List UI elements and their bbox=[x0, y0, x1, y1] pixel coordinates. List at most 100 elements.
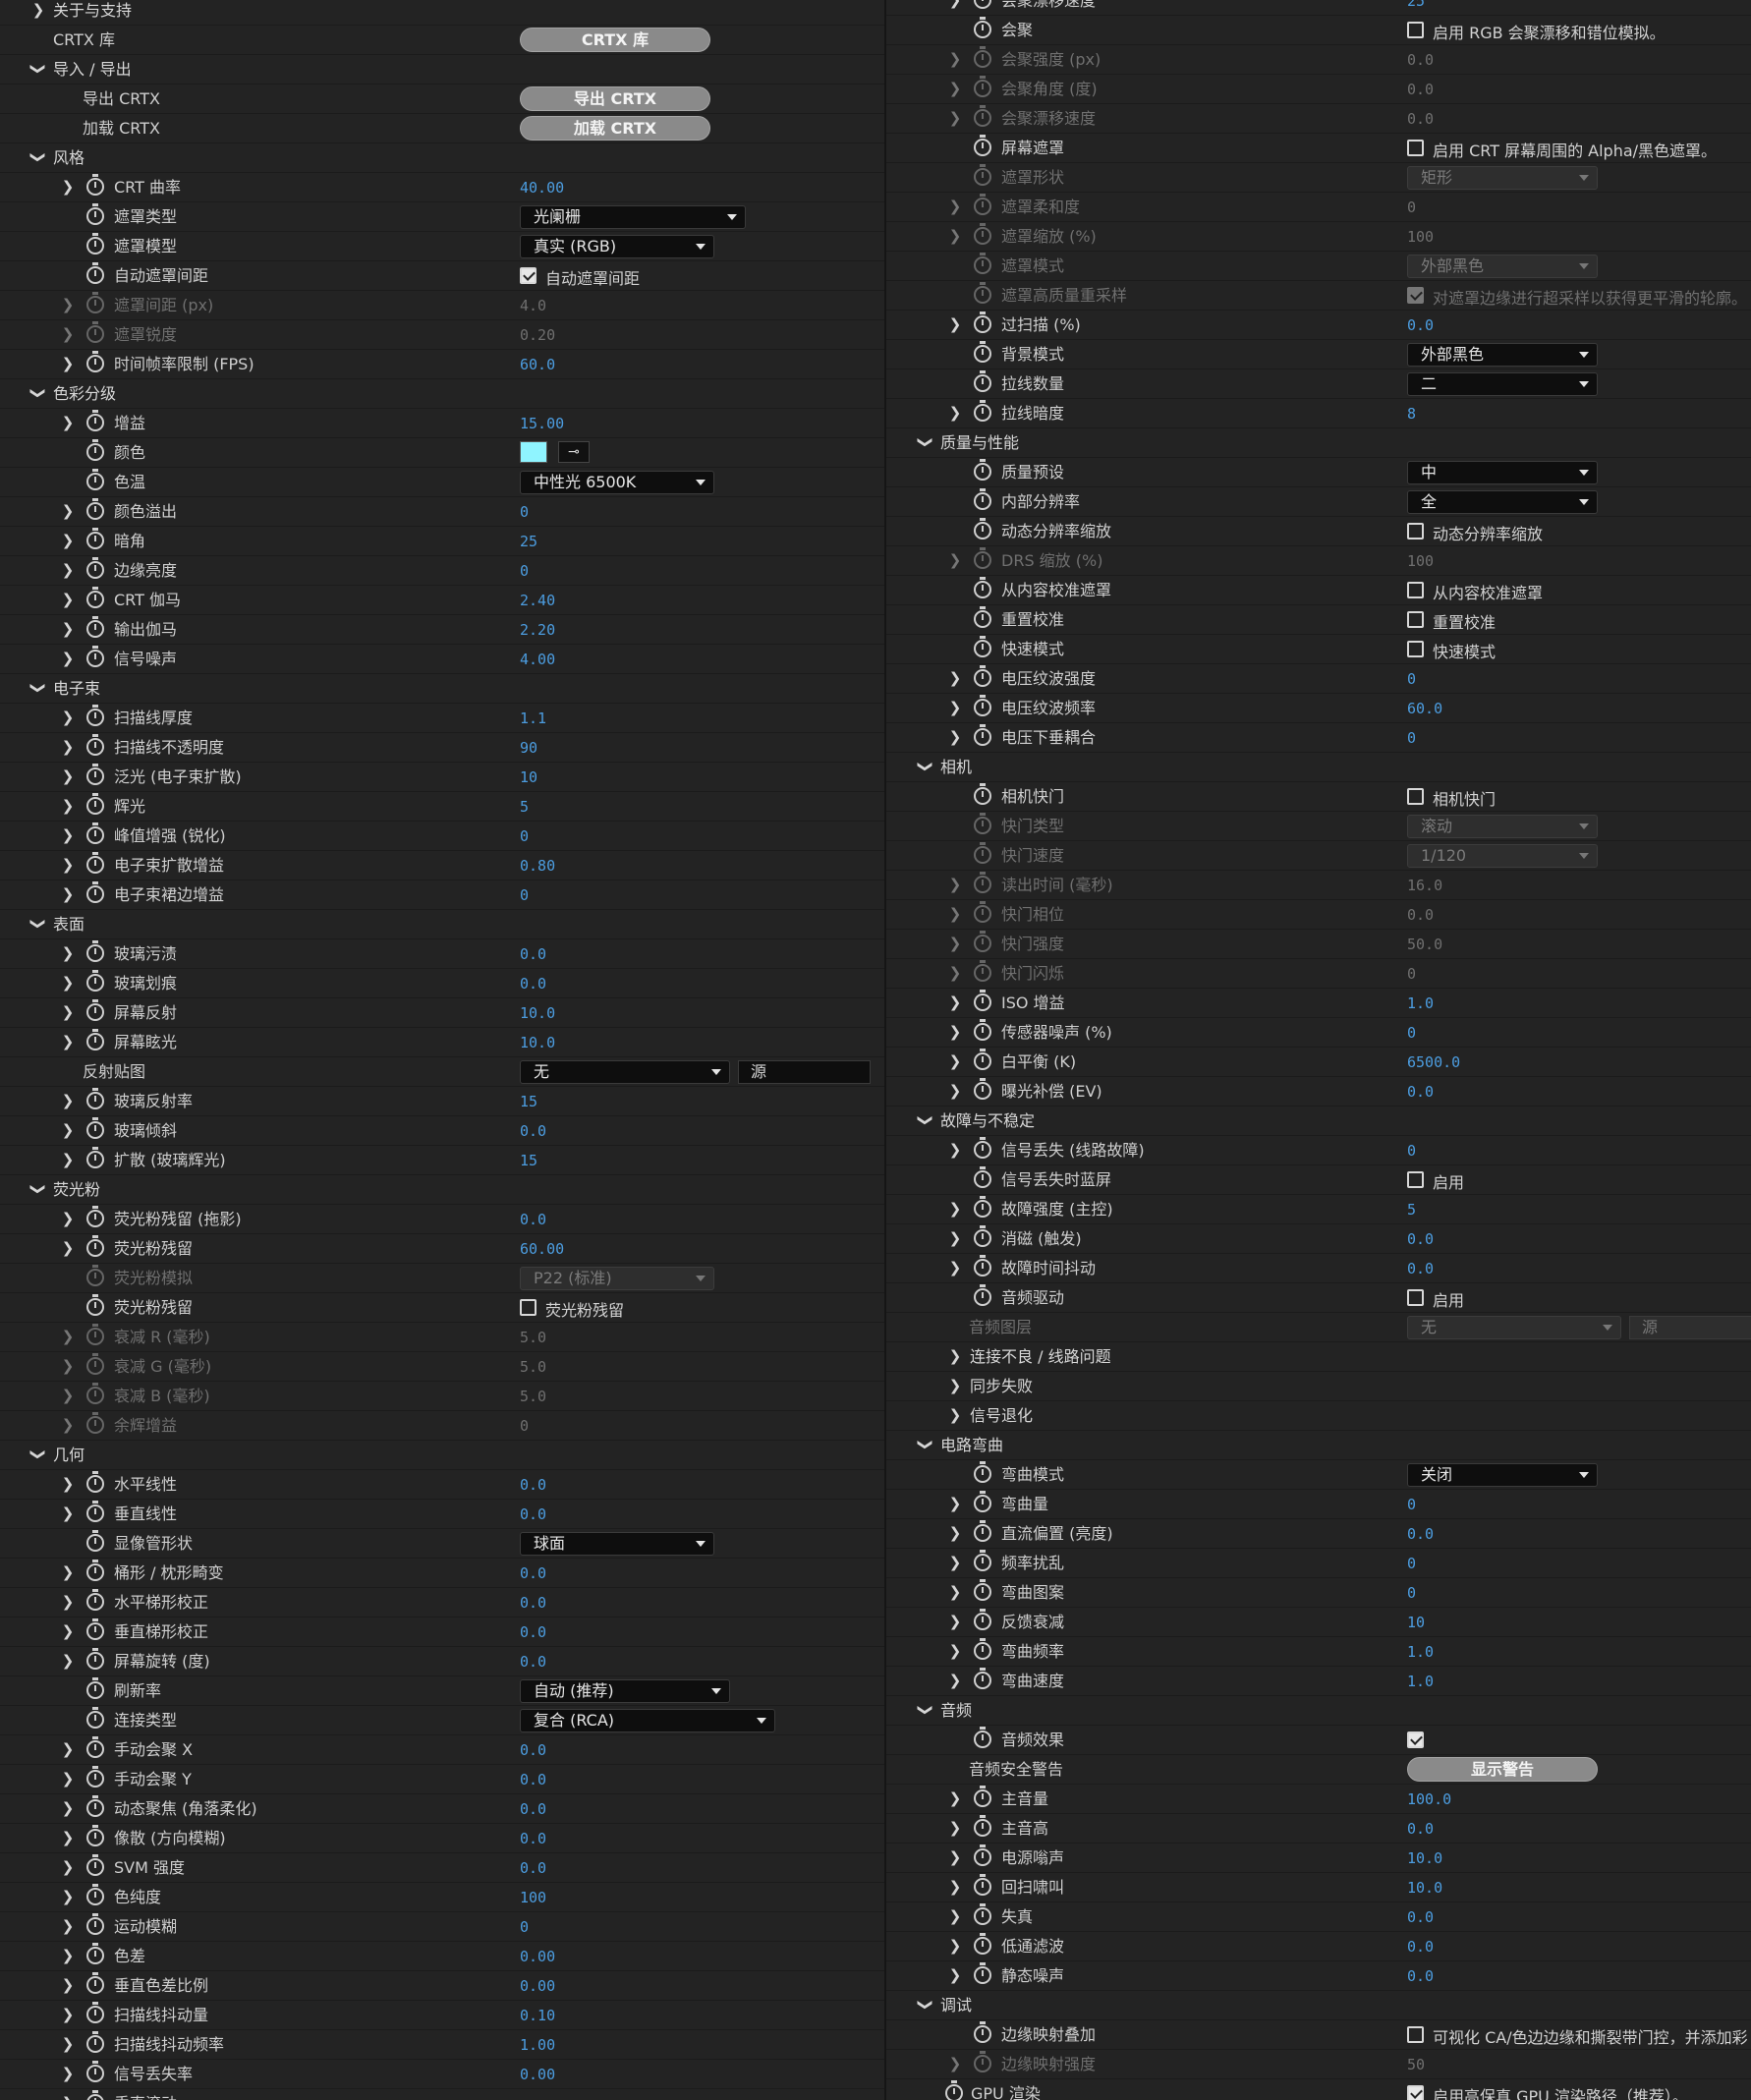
stopwatch-icon[interactable] bbox=[974, 842, 991, 864]
stopwatch-icon[interactable] bbox=[974, 1196, 991, 1218]
value-field[interactable]: 0.0 bbox=[1407, 316, 1434, 334]
chevron-right-icon[interactable]: ❯ bbox=[59, 355, 77, 372]
value-field[interactable]: 0 bbox=[520, 1918, 529, 1936]
section-header[interactable]: ❯ 导入 / 导出 bbox=[0, 55, 886, 85]
value-field[interactable]: 15 bbox=[520, 1093, 537, 1110]
stopwatch-icon[interactable] bbox=[974, 1845, 991, 1866]
stopwatch-icon[interactable] bbox=[86, 852, 104, 874]
chevron-right-icon[interactable]: ❯ bbox=[946, 404, 964, 422]
stopwatch-icon[interactable] bbox=[974, 665, 991, 687]
value-field[interactable]: 0 bbox=[520, 827, 529, 845]
stopwatch-icon[interactable] bbox=[86, 1618, 104, 1640]
value-field[interactable]: 0 bbox=[1407, 1496, 1416, 1513]
dropdown-select[interactable]: 滚动 ▼ bbox=[1407, 815, 1598, 838]
chevron-down-icon[interactable]: ❯ bbox=[917, 1111, 934, 1129]
section-header[interactable]: ❯ 相机 bbox=[886, 753, 1751, 782]
chevron-right-icon[interactable]: ❯ bbox=[946, 1052, 964, 1070]
checkbox[interactable] bbox=[1407, 1171, 1424, 1188]
value-field[interactable]: 0.0 bbox=[1407, 1083, 1434, 1101]
stopwatch-icon[interactable] bbox=[86, 1854, 104, 1876]
stopwatch-icon[interactable] bbox=[86, 940, 104, 962]
stopwatch-icon[interactable] bbox=[945, 2080, 963, 2100]
value-field[interactable]: 0 bbox=[1407, 1584, 1416, 1602]
stopwatch-icon[interactable] bbox=[86, 233, 104, 255]
chevron-down-icon[interactable]: ❯ bbox=[29, 384, 47, 402]
stopwatch-icon[interactable] bbox=[974, 990, 991, 1011]
stopwatch-icon[interactable] bbox=[86, 1147, 104, 1168]
stopwatch-icon[interactable] bbox=[86, 1501, 104, 1522]
value-field[interactable]: 1.1 bbox=[520, 709, 546, 727]
value-field[interactable]: 0.10 bbox=[520, 2007, 555, 2024]
checkbox[interactable] bbox=[1407, 523, 1424, 539]
stopwatch-icon[interactable] bbox=[974, 872, 991, 893]
stopwatch-icon[interactable] bbox=[974, 1019, 991, 1041]
chevron-right-icon[interactable]: ❯ bbox=[59, 178, 77, 196]
value-field[interactable]: 0.0 bbox=[1407, 1525, 1434, 1543]
stopwatch-icon[interactable] bbox=[86, 793, 104, 815]
chevron-down-icon[interactable]: ❯ bbox=[29, 1180, 47, 1198]
chevron-right-icon[interactable]: ❯ bbox=[59, 2065, 77, 2082]
chevron-right-icon[interactable]: ❯ bbox=[946, 669, 964, 687]
stopwatch-icon[interactable] bbox=[86, 1943, 104, 1964]
value-field[interactable]: 0.0 bbox=[520, 1771, 546, 1788]
stopwatch-icon[interactable] bbox=[86, 823, 104, 844]
value-field[interactable]: 0 bbox=[1407, 729, 1416, 747]
chevron-right-icon[interactable]: ❯ bbox=[59, 2006, 77, 2023]
dropdown-select[interactable]: 无 ▼ bbox=[1407, 1316, 1621, 1339]
value-field[interactable]: 0 bbox=[1407, 1024, 1416, 1042]
chevron-right-icon[interactable]: ❯ bbox=[946, 1495, 964, 1512]
chevron-right-icon[interactable]: ❯ bbox=[946, 1347, 964, 1365]
chevron-right-icon[interactable]: ❯ bbox=[59, 1003, 77, 1021]
chevron-right-icon[interactable]: ❯ bbox=[946, 198, 964, 215]
stopwatch-icon[interactable] bbox=[974, 488, 991, 510]
chevron-down-icon[interactable]: ❯ bbox=[917, 1996, 934, 2014]
value-field[interactable]: 0.80 bbox=[520, 857, 555, 875]
color-swatch[interactable] bbox=[520, 441, 547, 463]
action-button[interactable]: CRTX 库 bbox=[520, 28, 710, 52]
stopwatch-icon[interactable] bbox=[974, 1255, 991, 1277]
value-field[interactable]: 10.0 bbox=[1407, 1879, 1442, 1897]
chevron-right-icon[interactable]: ❯ bbox=[946, 1789, 964, 1807]
chevron-right-icon[interactable]: ❯ bbox=[946, 315, 964, 333]
value-field[interactable]: 5 bbox=[1407, 1201, 1416, 1219]
checkbox[interactable] bbox=[1407, 2085, 1424, 2100]
dropdown-select[interactable]: 二 ▼ bbox=[1407, 372, 1598, 396]
chevron-right-icon[interactable]: ❯ bbox=[946, 1200, 964, 1218]
stopwatch-icon[interactable] bbox=[974, 1962, 991, 1984]
value-field[interactable]: 1.0 bbox=[1407, 1643, 1434, 1661]
stopwatch-icon[interactable] bbox=[974, 46, 991, 68]
chevron-right-icon[interactable]: ❯ bbox=[59, 1888, 77, 1905]
chevron-down-icon[interactable]: ❯ bbox=[29, 679, 47, 697]
section-header[interactable]: ❯ 荧光粉 bbox=[0, 1175, 886, 1205]
stopwatch-icon[interactable] bbox=[974, 1078, 991, 1100]
stopwatch-icon[interactable] bbox=[974, 459, 991, 481]
dropdown-select[interactable]: 无 ▼ bbox=[520, 1060, 730, 1084]
checkbox[interactable] bbox=[520, 1299, 537, 1316]
stopwatch-icon[interactable] bbox=[86, 203, 104, 225]
dropdown-select[interactable]: 中性光 6500K ▼ bbox=[520, 471, 714, 494]
stopwatch-icon[interactable] bbox=[974, 1166, 991, 1188]
value-field[interactable]: 0.0 bbox=[520, 1859, 546, 1877]
stopwatch-icon[interactable] bbox=[974, 2021, 991, 2043]
chevron-right-icon[interactable]: ❯ bbox=[59, 1593, 77, 1611]
chevron-right-icon[interactable]: ❯ bbox=[946, 1141, 964, 1159]
value-field[interactable]: 50 bbox=[1407, 2056, 1425, 2073]
stopwatch-icon[interactable] bbox=[974, 1815, 991, 1837]
chevron-right-icon[interactable]: ❯ bbox=[59, 1328, 77, 1345]
chevron-down-icon[interactable]: ❯ bbox=[29, 60, 47, 78]
value-field[interactable]: 100 bbox=[1407, 228, 1434, 246]
stopwatch-icon[interactable] bbox=[86, 1972, 104, 1994]
stopwatch-icon[interactable] bbox=[974, 606, 991, 628]
value-field[interactable]: 0.0 bbox=[520, 1564, 546, 1582]
value-field[interactable]: 100 bbox=[520, 1889, 546, 1906]
stopwatch-icon[interactable] bbox=[974, 17, 991, 38]
section-header[interactable]: ❯ 电路弯曲 bbox=[886, 1431, 1751, 1460]
stopwatch-icon[interactable] bbox=[974, 282, 991, 304]
stopwatch-icon[interactable] bbox=[974, 253, 991, 274]
chevron-right-icon[interactable]: ❯ bbox=[59, 944, 77, 962]
chevron-right-icon[interactable]: ❯ bbox=[59, 591, 77, 608]
chevron-right-icon[interactable]: ❯ bbox=[59, 2035, 77, 2053]
chevron-right-icon[interactable]: ❯ bbox=[946, 1819, 964, 1837]
section-header[interactable]: ❯ 信号退化 bbox=[886, 1401, 1751, 1431]
chevron-down-icon[interactable]: ❯ bbox=[29, 1446, 47, 1463]
